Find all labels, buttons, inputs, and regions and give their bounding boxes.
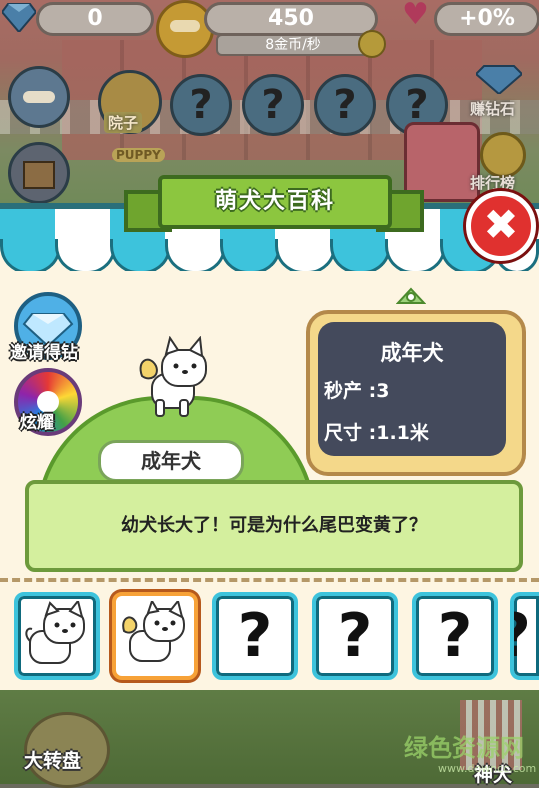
diamond-icon xyxy=(2,3,36,32)
locked-card-3[interactable]: ? xyxy=(412,592,498,680)
rate-label: 秒产 : xyxy=(324,380,377,402)
dog-card-puppy[interactable] xyxy=(14,592,100,680)
locked-card-2[interactable]: ? xyxy=(312,592,398,680)
upgrade-rate-button[interactable] xyxy=(358,30,386,58)
locked-slot-3[interactable]: ? xyxy=(314,74,376,136)
locked-slot-1[interactable]: ? xyxy=(170,74,232,136)
heart-icon: ♥ xyxy=(402,0,429,32)
locked-slot-2[interactable]: ? xyxy=(242,74,304,136)
rate-value: 3 xyxy=(376,380,390,402)
close-button[interactable]: ✖ xyxy=(466,191,536,261)
flash-label[interactable]: 炫耀 xyxy=(20,408,54,433)
watermark-text: 绿色资源网 xyxy=(404,734,524,762)
adult-dog-image xyxy=(139,336,207,417)
modal-title: 萌犬大百科 xyxy=(158,175,392,229)
watermark-url: www.downcc.com xyxy=(438,762,537,775)
dog-card-adult[interactable] xyxy=(112,592,198,680)
coin-rate: 8金币/秒 xyxy=(216,34,370,56)
question-mark-icon: ? xyxy=(237,601,273,671)
adult-dog-thumb xyxy=(122,598,185,662)
yard-label: 院子 xyxy=(104,112,143,133)
bone-shop-button[interactable] xyxy=(8,66,70,128)
coin-counter: 450 xyxy=(204,2,378,36)
dashed-divider xyxy=(0,578,539,582)
wheel-label[interactable]: 大转盘 xyxy=(24,746,81,773)
dog-description: 幼犬长大了！可是为什么尾巴变黄了？ xyxy=(25,480,523,572)
bonus-counter: +0% xyxy=(434,2,539,36)
question-mark-icon: ? xyxy=(437,601,473,671)
invite-label[interactable]: 邀请得钻 xyxy=(10,338,78,363)
size-row: 尺寸 :1.1米 xyxy=(324,418,429,445)
size-label: 尺寸 : xyxy=(324,422,377,444)
question-mark-icon: ? xyxy=(337,601,373,671)
question-mark-icon: ? xyxy=(514,601,531,671)
earn-gems-label[interactable]: 赚钻石 xyxy=(470,98,515,119)
dog-name-label: 成年犬 xyxy=(98,440,244,482)
earn-gems-icon[interactable] xyxy=(474,64,524,96)
size-value: 1.1米 xyxy=(376,422,429,444)
coin-bone-icon xyxy=(156,0,214,58)
rate-row: 秒产 :3 xyxy=(324,376,389,403)
close-icon: ✖ xyxy=(483,200,519,249)
puppy-sign: PUPPY xyxy=(112,148,165,162)
locked-card-4[interactable]: ? xyxy=(510,592,539,680)
puppy-image xyxy=(25,598,85,664)
info-title: 成年犬 xyxy=(380,341,444,365)
locked-card-1[interactable]: ? xyxy=(212,592,298,680)
gem-counter: 0 xyxy=(36,2,154,36)
box-button[interactable] xyxy=(8,142,70,204)
leaderboard-label[interactable]: 排行榜 xyxy=(470,172,515,193)
